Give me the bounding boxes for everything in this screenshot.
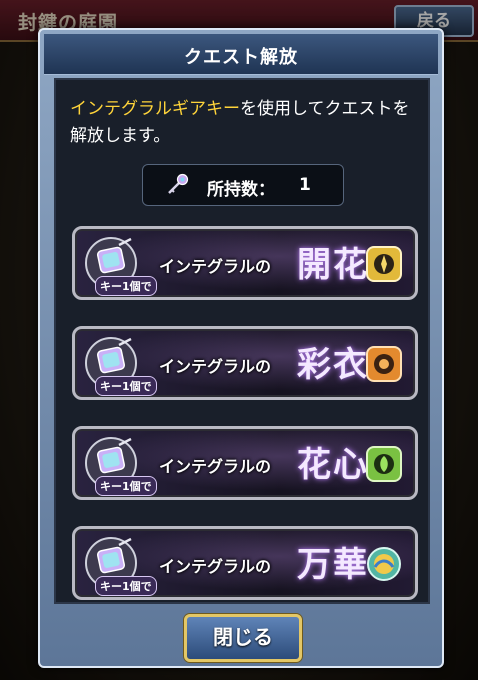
quest-prefix: インテグラルの — [159, 457, 272, 476]
element-badge-icon — [366, 346, 402, 382]
owned-count-label: 所持数： — [207, 180, 275, 200]
element-badge-icon — [367, 547, 401, 581]
quest-name: 花心 — [297, 445, 369, 485]
dialog-body: インテグラルギアキーを使用してクエストを解放します。 所持数： 1 キー1個で … — [54, 78, 430, 604]
quest-name: 万華 — [297, 545, 369, 585]
dialog-title-bar: クエスト解放 — [44, 34, 438, 75]
quest-banner-kashin[interactable]: キー1個で インテグラルの 花心 — [72, 426, 418, 500]
quest-prefix: インテグラルの — [159, 357, 272, 376]
key-item-name: インテグラルギアキー — [70, 99, 240, 119]
quest-banner-kaika[interactable]: キー1個で インテグラルの 開花 — [72, 226, 418, 300]
quest-cost-tag: キー1個で — [95, 476, 157, 496]
owned-count-box: 所持数： 1 — [142, 164, 344, 206]
quest-banner-manka[interactable]: キー1個で インテグラルの 万華 — [72, 526, 418, 600]
close-button[interactable]: 閉じる — [184, 614, 302, 662]
quest-name: 開花 — [297, 245, 369, 285]
quest-name: 彩衣 — [297, 345, 369, 385]
quest-cost-tag: キー1個で — [95, 576, 157, 596]
owned-count-value: 1 — [299, 175, 311, 195]
quest-prefix: インテグラルの — [159, 257, 272, 276]
quest-cost-tag: キー1個で — [95, 376, 157, 396]
quest-unlock-dialog: クエスト解放 インテグラルギアキーを使用してクエストを解放します。 所持数： 1… — [38, 28, 444, 668]
dialog-title: クエスト解放 — [184, 47, 298, 68]
integral-gear-key-icon — [168, 173, 189, 194]
quest-prefix: インテグラルの — [159, 557, 272, 576]
element-badge-icon — [366, 246, 402, 282]
quest-cost-tag: キー1個で — [95, 276, 157, 296]
quest-banner-saii[interactable]: キー1個で インテグラルの 彩衣 — [72, 326, 418, 400]
element-badge-icon — [366, 446, 402, 482]
dialog-description: インテグラルギアキーを使用してクエストを解放します。 — [70, 96, 420, 150]
